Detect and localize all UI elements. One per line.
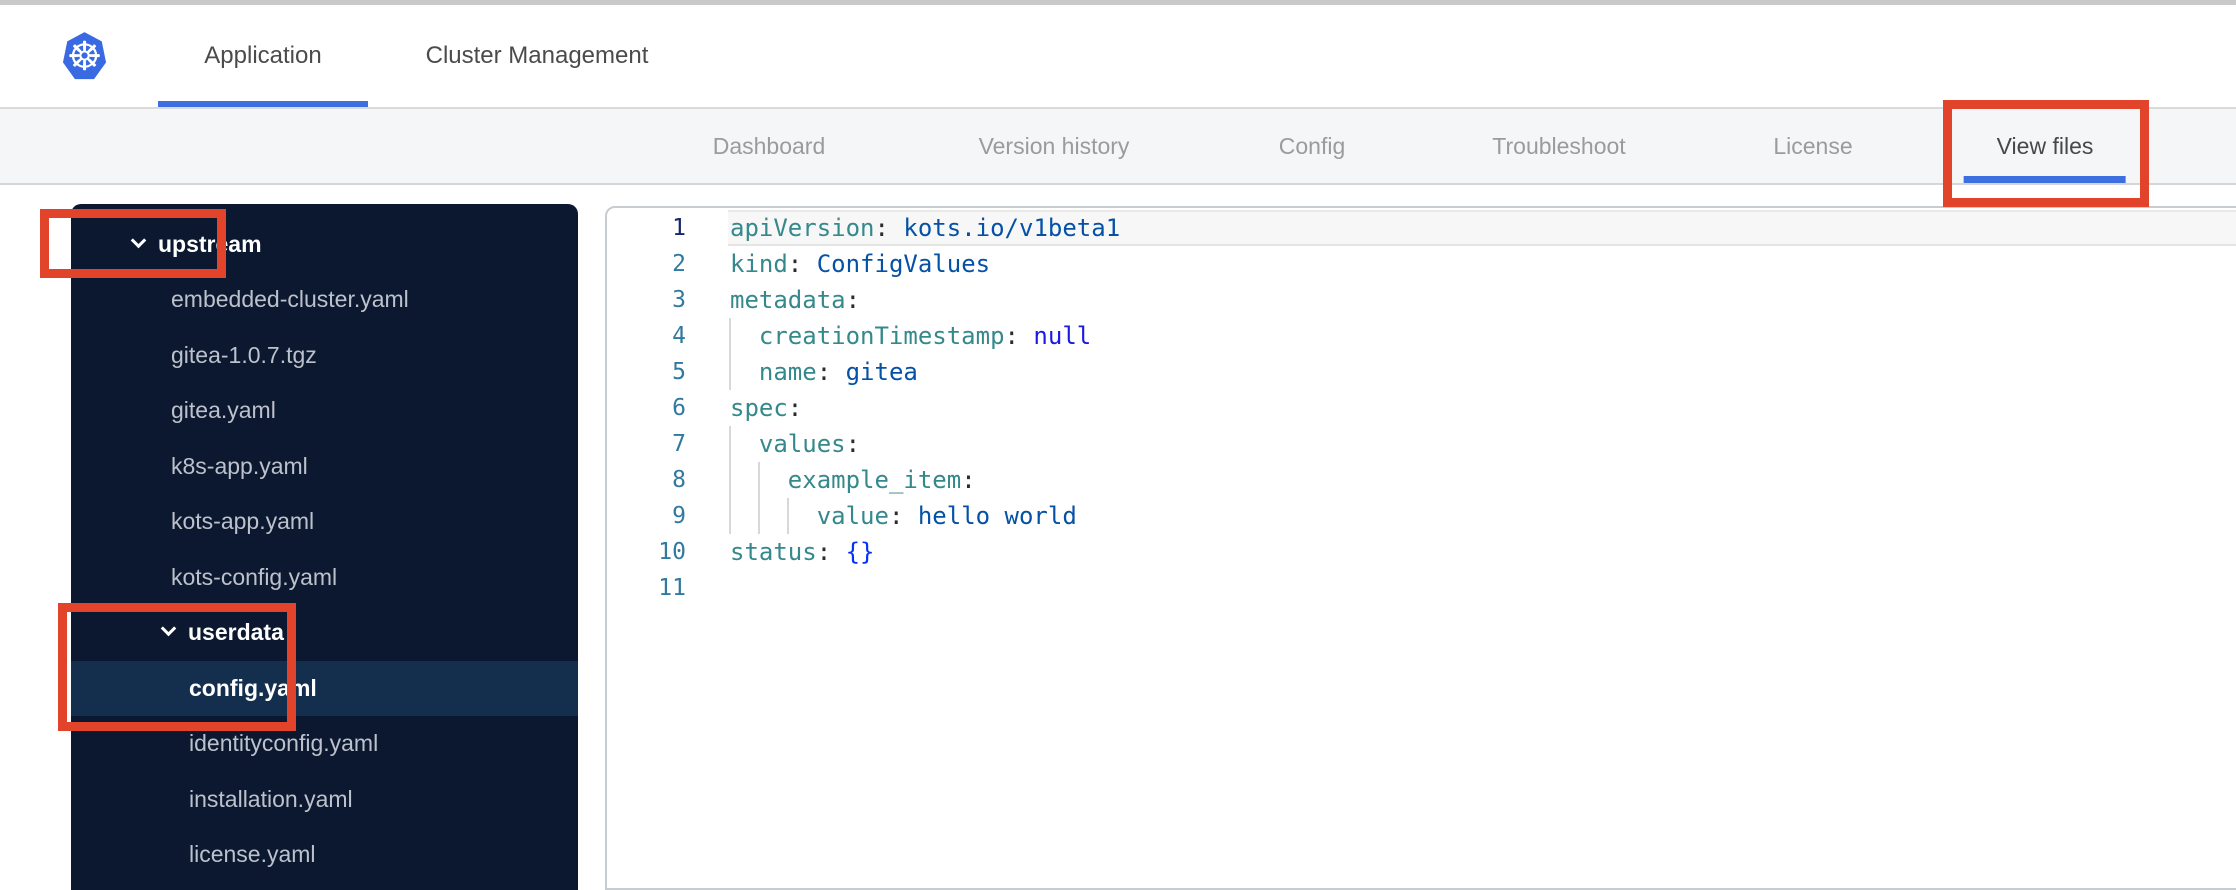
tree-file-gitea-1.0.7.tgz[interactable]: gitea-1.0.7.tgz xyxy=(71,328,578,383)
tree-item-label: userdata xyxy=(188,619,284,645)
tree-file-installation.yaml[interactable]: installation.yaml xyxy=(71,772,578,827)
code-line-7: 7 values: xyxy=(607,426,2236,462)
tree-item-label: config.yaml xyxy=(189,675,317,701)
file-content-editor[interactable]: 1 apiVersion: kots.io/v1beta1 2 kind: Confi… xyxy=(605,206,2236,890)
line-number: 2 xyxy=(672,251,686,277)
code-text: spec: xyxy=(730,394,803,422)
tree-file-kots-app.yaml[interactable]: kots-app.yaml xyxy=(71,494,578,549)
tree-item-label: gitea.yaml xyxy=(171,397,276,423)
tree-folder-upstream[interactable]: upstream xyxy=(71,217,578,272)
code-line-5: 5 name: gitea xyxy=(607,354,2236,390)
code-line-2: 2 kind: ConfigValues xyxy=(607,246,2236,282)
chevron-down-icon[interactable] xyxy=(160,620,177,637)
tree-item-label: identityconfig.yaml xyxy=(189,730,379,756)
tree-file-config.yaml[interactable]: config.yaml xyxy=(71,661,578,716)
code-text: apiVersion: kots.io/v1beta1 xyxy=(730,214,1121,242)
tree-file-license.yaml[interactable]: license.yaml xyxy=(71,827,578,882)
indent-guide xyxy=(757,498,760,534)
tree-item-label: k8s-app.yaml xyxy=(171,453,308,479)
code-text: kind: ConfigValues xyxy=(730,250,991,278)
indent-guide xyxy=(729,354,731,390)
code-text: name: gitea xyxy=(758,358,918,386)
tree-item-label: kots-app.yaml xyxy=(171,508,315,534)
indent-guide xyxy=(729,462,731,498)
subnav-tab-license[interactable]: License xyxy=(1753,109,1872,183)
tree-file-embedded-cluster.yaml[interactable]: embedded-cluster.yaml xyxy=(71,272,578,327)
header-tab-application[interactable]: Application xyxy=(158,5,368,107)
subnav-tab-view-files[interactable]: View files xyxy=(1977,109,2114,183)
code-text: example_item: xyxy=(787,466,976,494)
indent-guide xyxy=(786,498,789,534)
file-tree-sidebar: upstream embedded-cluster.yaml gitea-1.0.7… xyxy=(71,204,578,890)
tree-file-gitea.yaml[interactable]: gitea.yaml xyxy=(71,383,578,438)
tree-file-k8s-app.yaml[interactable]: k8s-app.yaml xyxy=(71,439,578,494)
line-number: 4 xyxy=(672,323,686,349)
code-line-1: 1 apiVersion: kots.io/v1beta1 xyxy=(607,210,2236,246)
chevron-down-icon[interactable] xyxy=(130,232,147,249)
line-number: 9 xyxy=(672,503,686,529)
code-line-11: 11 xyxy=(607,570,2236,606)
kots-admin-console: ☸ Application Cluster Management Dashboar… xyxy=(0,0,2236,890)
line-number: 6 xyxy=(672,395,686,421)
tree-folder-userdata[interactable]: userdata xyxy=(71,605,578,660)
kubernetes-logo-icon: ☸ xyxy=(62,32,107,80)
indent-guide xyxy=(729,318,731,354)
code-text: metadata: xyxy=(730,286,861,314)
subnav-tab-dashboard[interactable]: Dashboard xyxy=(693,109,846,183)
tree-file-kots-config.yaml[interactable]: kots-config.yaml xyxy=(71,550,578,605)
indent-guide xyxy=(729,426,731,462)
line-number: 8 xyxy=(672,467,686,493)
line-number: 1 xyxy=(672,215,686,241)
helm-wheel-glyph: ☸ xyxy=(66,35,103,79)
line-number: 10 xyxy=(658,539,686,565)
code-line-3: 3 metadata: xyxy=(607,282,2236,318)
line-number: 5 xyxy=(672,359,686,385)
code-text: value: hello world xyxy=(816,502,1077,530)
code-text: values: xyxy=(758,430,861,458)
code-line-10: 10 status: {} xyxy=(607,534,2236,570)
tree-item-label: embedded-cluster.yaml xyxy=(171,286,409,312)
tree-file-identityconfig.yaml[interactable]: identityconfig.yaml xyxy=(71,716,578,771)
subnav-tab-version-history[interactable]: Version history xyxy=(959,109,1150,183)
code-line-4: 4 creationTimestamp: null xyxy=(607,318,2236,354)
code-line-6: 6 spec: xyxy=(607,390,2236,426)
tree-item-label: gitea-1.0.7.tgz xyxy=(171,342,317,368)
tree-item-label: installation.yaml xyxy=(189,786,353,812)
indent-guide xyxy=(729,498,731,534)
subnav-tab-config[interactable]: Config xyxy=(1259,109,1365,183)
app-header: ☸ Application Cluster Management xyxy=(0,5,2236,108)
subnav-tab-troubleshoot[interactable]: Troubleshoot xyxy=(1472,109,1645,183)
code-line-8: 8 example_item: xyxy=(607,462,2236,498)
indent-guide xyxy=(757,462,760,498)
code-text: status: {} xyxy=(730,538,875,566)
tree-item-label: upstream xyxy=(158,231,262,257)
header-tab-cluster-management[interactable]: Cluster Management xyxy=(389,5,685,107)
tree-item-label: kots-config.yaml xyxy=(171,564,338,590)
app-subnav: Dashboard Version history Config Troublesho… xyxy=(0,107,2236,185)
line-number: 11 xyxy=(658,575,686,601)
tree-item-label: license.yaml xyxy=(189,841,316,867)
line-number: 3 xyxy=(672,287,686,313)
code-line-9: 9 value: hello world xyxy=(607,498,2236,534)
code-text: creationTimestamp: null xyxy=(758,322,1092,350)
line-number: 7 xyxy=(672,431,686,457)
